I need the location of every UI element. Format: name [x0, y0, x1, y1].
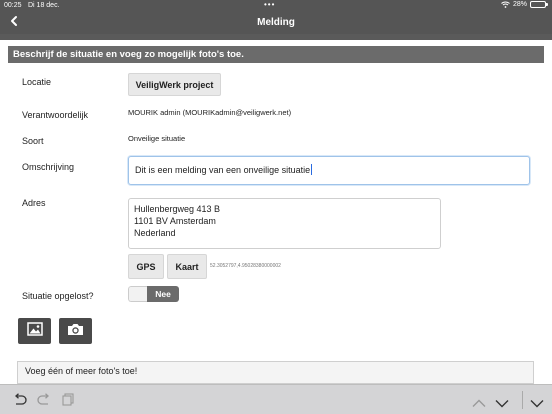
- omschrijving-label: Omschrijving: [22, 162, 75, 172]
- gps-button[interactable]: GPS: [128, 254, 164, 279]
- image-icon: [26, 321, 43, 341]
- adres-textarea[interactable]: Hullenbergweg 413 B 1101 BV Amsterdam Ne…: [128, 198, 441, 249]
- omschrijving-input[interactable]: Dit is een melding van een onveilige sit…: [128, 156, 530, 185]
- adres-line: 1101 BV Amsterdam: [134, 216, 216, 226]
- chevron-down-icon[interactable]: [495, 395, 509, 413]
- verantwoordelijk-value: MOURIK admin (MOURIKadmin@veiligwerk.net…: [128, 108, 292, 117]
- paste-icon[interactable]: [62, 393, 74, 411]
- status-time: 00:25: [4, 2, 22, 9]
- soort-value: Onveilige situatie: [128, 134, 186, 143]
- photo-hint-box: Voeg één of meer foto's toe!: [17, 361, 534, 384]
- locatie-label: Locatie: [22, 77, 52, 87]
- gps-coordinates: 52.3052797,4.95028380000002: [210, 263, 281, 269]
- toggle-knob: [128, 286, 147, 302]
- battery-percentage: 28%: [512, 1, 527, 8]
- soort-label: Soort: [22, 136, 44, 146]
- opgelost-label: Situatie opgelost?: [22, 291, 94, 301]
- keyboard-dismiss-icon[interactable]: [530, 395, 544, 413]
- page-title: Melding: [257, 17, 295, 28]
- opgelost-toggle[interactable]: Nee: [128, 286, 179, 302]
- camera-icon: [67, 322, 84, 341]
- keyboard-accessory-bar: [0, 384, 552, 414]
- status-date: Di 18 dec.: [28, 2, 60, 9]
- status-bar: 00:25 Di 18 dec. ••• 28%: [0, 0, 552, 12]
- locatie-project-button[interactable]: VeiligWerk project: [128, 73, 221, 96]
- wifi-icon: [501, 1, 510, 8]
- battery-icon: [530, 1, 548, 8]
- multitask-dots: •••: [264, 0, 276, 9]
- text-caret: [311, 164, 313, 175]
- undo-icon[interactable]: [13, 393, 27, 411]
- navigation-bar: Melding: [0, 12, 552, 34]
- camera-button[interactable]: [59, 318, 92, 344]
- kaart-button[interactable]: Kaart: [167, 254, 207, 279]
- photo-hint-text: Voeg één of meer foto's toe!: [25, 366, 138, 376]
- accessory-divider: [522, 391, 523, 409]
- adres-label: Adres: [22, 198, 46, 208]
- chevron-up-icon[interactable]: [472, 395, 486, 413]
- adres-line: Hullenbergweg 413 B: [134, 204, 221, 214]
- gallery-button[interactable]: [18, 318, 51, 344]
- status-indicators: 28%: [501, 1, 548, 8]
- redo-icon[interactable]: [37, 393, 51, 411]
- instruction-banner: Beschrijf de situatie en voeg zo mogelij…: [8, 46, 544, 63]
- adres-line: Nederland: [134, 228, 176, 238]
- omschrijving-text: Dit is een melding van een onveilige sit…: [135, 165, 311, 175]
- toggle-state: Nee: [147, 286, 179, 302]
- verantwoordelijk-label: Verantwoordelijk: [22, 110, 89, 120]
